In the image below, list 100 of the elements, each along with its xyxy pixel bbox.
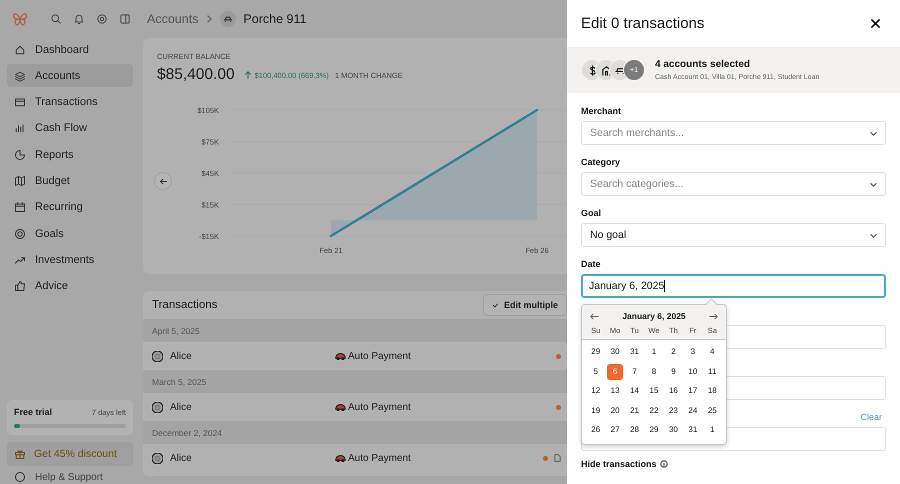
calendar-day[interactable]: 1 <box>704 422 720 438</box>
nav-item[interactable]: Reports <box>7 143 133 166</box>
chevron-down-icon <box>870 130 877 136</box>
transaction-row[interactable]: Alice Auto Payment <box>143 444 567 472</box>
nav-item[interactable]: Recurring <box>7 196 133 219</box>
search-icon[interactable] <box>50 13 62 25</box>
merchant-avatar-icon <box>152 402 163 412</box>
calendar-day[interactable]: 14 <box>626 383 643 400</box>
nav-item[interactable]: Transactions <box>7 90 133 114</box>
calendar-day[interactable]: 16 <box>665 383 682 400</box>
transaction-row[interactable]: Alice Auto Payment <box>143 393 567 421</box>
calendar-day[interactable]: 29 <box>588 344 604 360</box>
breadcrumb-current: Porche 911 <box>243 12 306 26</box>
date-header: December 2, 2024 <box>143 421 567 444</box>
check-icon <box>492 302 499 308</box>
calendar-day[interactable]: 17 <box>684 383 701 400</box>
calendar-day[interactable]: 31 <box>626 344 643 360</box>
calendar-day[interactable]: 8 <box>646 364 662 380</box>
nav-item[interactable]: Investments <box>7 248 133 272</box>
help-link[interactable]: Help & Support <box>7 466 133 484</box>
select-field[interactable]: No goal <box>581 223 886 247</box>
calendar-day[interactable]: 3 <box>684 344 701 360</box>
chevron-right-icon <box>205 15 214 23</box>
calendar-day[interactable]: 29 <box>646 422 662 438</box>
merchant-name: Alice <box>170 350 193 362</box>
date-header: April 5, 2025 <box>143 319 567 342</box>
bell-icon[interactable] <box>73 13 85 25</box>
date-field[interactable]: January 6, 2025 <box>581 274 886 298</box>
card-icon <box>14 96 26 108</box>
transaction-row[interactable]: Alice Auto Payment <box>143 342 567 370</box>
document-icon <box>554 454 561 462</box>
settings-icon[interactable] <box>96 13 108 25</box>
back-button[interactable] <box>154 172 172 190</box>
calendar-day[interactable]: 26 <box>588 422 604 438</box>
nav-item[interactable]: Accounts <box>7 64 133 88</box>
calendar-day[interactable]: 30 <box>665 422 682 438</box>
nav-item[interactable]: Cash Flow <box>7 116 133 140</box>
calendar-day[interactable]: 23 <box>665 402 682 419</box>
target-icon <box>14 228 26 240</box>
car-icon <box>220 11 236 27</box>
close-icon <box>870 19 880 28</box>
transactions-title: Transactions <box>152 299 218 311</box>
calendar-icon <box>14 201 26 214</box>
panel-title: Edit 0 transactions <box>581 15 704 32</box>
date-header: March 5, 2025 <box>143 370 567 393</box>
calendar-day[interactable]: 5 <box>588 364 604 380</box>
calendar-day[interactable]: 27 <box>607 422 624 438</box>
calendar-day[interactable]: 31 <box>684 422 701 438</box>
nav-item[interactable]: Goals <box>7 222 133 246</box>
nav-item[interactable]: Dashboard <box>7 38 133 61</box>
chevron-down-icon <box>870 232 877 238</box>
map-icon <box>14 174 26 187</box>
field-label: Merchant <box>581 106 622 116</box>
merchant-name: Alice <box>170 452 193 464</box>
calendar-day[interactable]: 22 <box>646 402 662 419</box>
category-name: Auto Payment <box>348 402 412 412</box>
merchant-avatar-icon <box>152 452 163 464</box>
pie-chart-icon <box>14 148 26 161</box>
arrow-right-icon[interactable] <box>708 312 718 320</box>
help-icon <box>14 471 26 483</box>
calendar-day[interactable]: 30 <box>607 344 624 360</box>
select-field[interactable]: Search categories... <box>581 172 886 196</box>
calendar-day[interactable]: 20 <box>607 402 624 419</box>
field-label: Hide transactions <box>581 459 657 469</box>
calendar-day[interactable]: 25 <box>704 402 720 419</box>
accounts-selected-title: 4 accounts selected <box>655 59 752 70</box>
merchant-name: Alice <box>170 402 193 412</box>
field-label: Date <box>581 258 601 268</box>
edit-multiple-button[interactable]: Edit multiple <box>483 294 567 316</box>
status-dot <box>556 354 561 358</box>
calendar-day[interactable]: 11 <box>704 364 720 380</box>
category-name: Auto Payment <box>348 350 412 362</box>
select-field[interactable]: Search merchants... <box>581 121 886 145</box>
category-name: Auto Payment <box>348 452 412 464</box>
calendar-day[interactable]: 24 <box>684 402 701 419</box>
calendar-day[interactable]: 9 <box>665 364 682 380</box>
calendar-day[interactable]: 1 <box>646 344 662 360</box>
gift-icon <box>14 448 26 460</box>
nav-item[interactable]: Advice <box>7 274 133 298</box>
balance-amount: $85,400.00 <box>157 66 235 84</box>
field-label: Category <box>581 156 620 166</box>
calendar-day[interactable]: 13 <box>607 383 624 400</box>
calendar-day[interactable]: 15 <box>646 383 662 400</box>
calendar-day[interactable]: 28 <box>626 422 643 438</box>
arrow-up-icon <box>244 71 252 79</box>
calendar-day[interactable]: 19 <box>588 402 604 419</box>
stack-icon <box>14 70 26 82</box>
calendar-day[interactable]: 18 <box>704 383 720 400</box>
butterfly-logo <box>11 10 29 28</box>
arrow-left-icon <box>158 176 168 186</box>
calendar-day[interactable]: 12 <box>588 383 604 400</box>
calendar-day[interactable]: 10 <box>684 364 701 380</box>
sidebar-toggle-icon[interactable] <box>119 13 131 25</box>
calendar-day[interactable]: 21 <box>626 402 643 419</box>
calendar-day[interactable]: 7 <box>626 364 643 380</box>
calendar-day[interactable]: 4 <box>704 344 720 360</box>
calendar-day[interactable]: 2 <box>665 344 682 360</box>
nav-item[interactable]: Budget <box>7 169 133 192</box>
arrow-left-icon[interactable] <box>590 312 599 320</box>
bar-chart-icon <box>14 122 26 134</box>
